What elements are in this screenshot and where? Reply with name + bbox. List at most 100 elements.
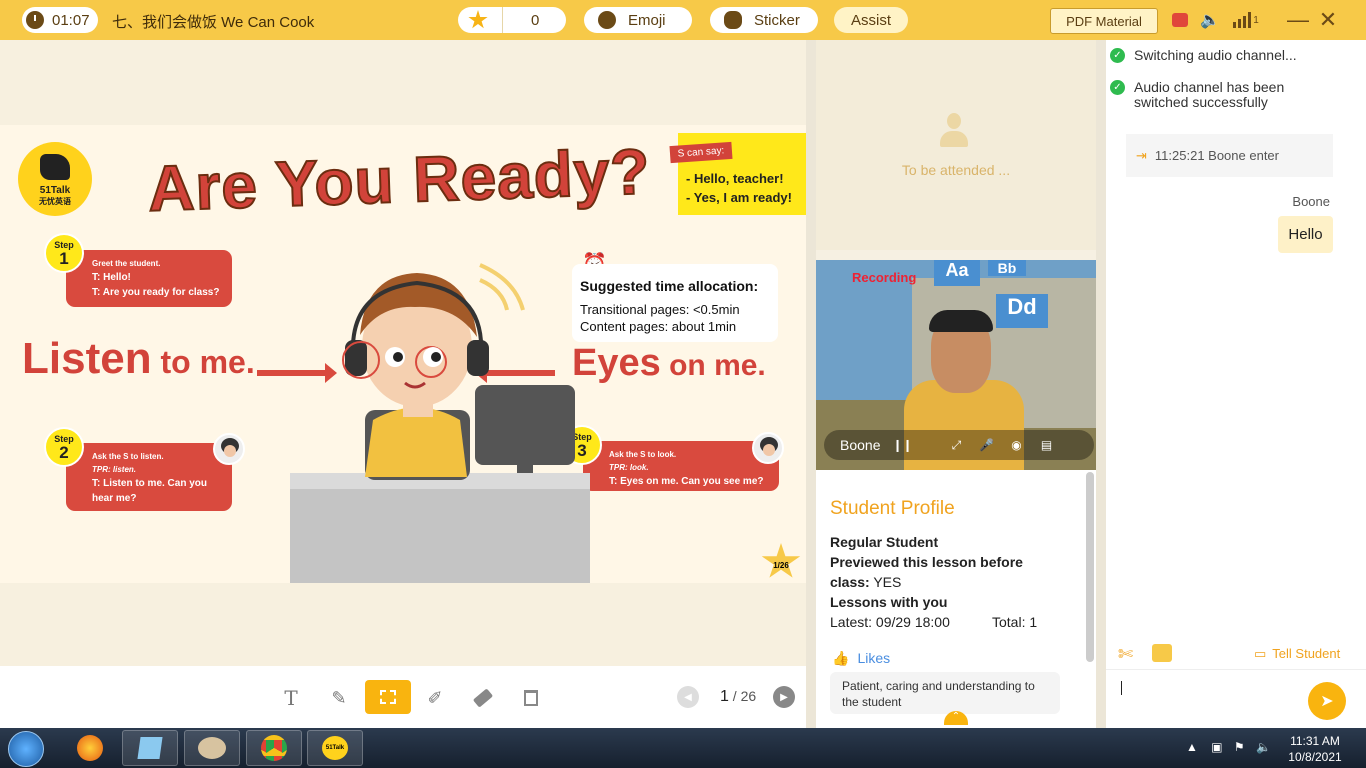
tray-volume-icon[interactable]: 🔈: [1256, 740, 1271, 754]
step2-instruction: Ask the S to listen.: [92, 452, 164, 461]
likes-header: 👍 Likes: [832, 650, 890, 667]
51talk-app-icon[interactable]: 51Talk: [307, 730, 363, 766]
step3-card: Ask the S to look. TPR: look. T: Eyes on…: [583, 441, 779, 491]
clock-icon: [26, 11, 44, 29]
step3-tpr: TPR: look.: [609, 463, 649, 472]
previewed-label: Previewed this lesson before: [830, 554, 1023, 570]
time-line-2: Content pages: about 1min: [580, 319, 737, 334]
profile-scrollbar[interactable]: [1086, 472, 1094, 662]
system-message-text: Switching audio channel...: [1134, 47, 1297, 63]
crop-icon[interactable]: ✄: [1118, 644, 1138, 664]
check-icon: ✓: [1110, 48, 1125, 63]
network-icon[interactable]: ▣: [1211, 740, 1222, 754]
live-icon[interactable]: [1170, 10, 1190, 30]
slide-title: Are You Ready?: [146, 134, 653, 225]
profile-title: Student Profile: [830, 498, 955, 519]
wall-card-bb: Bb: [988, 260, 1026, 276]
close-icon[interactable]: ✕: [1318, 7, 1338, 32]
sticker-icon: [724, 11, 742, 29]
paint-app-icon[interactable]: [184, 730, 240, 766]
likes-label: Likes: [857, 650, 891, 666]
student-placeholder-icon: [940, 113, 968, 149]
chrome-icon[interactable]: [246, 730, 302, 766]
sticker-button[interactable]: Sticker: [710, 7, 818, 33]
system-tray[interactable]: ▲ ▣ ⚑ 🔈: [1186, 740, 1271, 754]
time-allocation-title: Suggested time allocation:: [580, 278, 759, 294]
step-number: 2: [59, 442, 69, 462]
eyes-rest: on me.: [660, 349, 766, 382]
text-tool-icon[interactable]: T: [269, 682, 313, 714]
wall-card-dd: Dd: [996, 294, 1048, 328]
page-current: 1: [720, 688, 729, 705]
step2-card: Ask the S to listen. TPR: listen. T: Lis…: [66, 443, 232, 511]
minimize-icon[interactable]: —: [1287, 7, 1309, 32]
flag-icon[interactable]: ⚑: [1234, 740, 1245, 754]
start-button[interactable]: [8, 731, 44, 767]
latest-lesson: Latest: 09/29 18:00: [830, 614, 950, 630]
boy-illustration: [257, 263, 590, 583]
enter-notice-text: 11:25:21 Boone enter: [1154, 148, 1279, 163]
tell-student-button[interactable]: ▭ Tell Student: [1254, 646, 1340, 662]
step-number: 1: [59, 248, 69, 268]
sticker-label: Sticker: [754, 11, 800, 29]
timer-value: 01:07: [52, 11, 90, 29]
next-page-button[interactable]: ▶: [773, 686, 795, 708]
student-type: Regular Student: [830, 534, 939, 550]
chat-input[interactable]: [1121, 681, 1122, 695]
tray-expand-icon[interactable]: ▲: [1186, 740, 1198, 754]
step2-tpr: TPR: listen.: [92, 465, 137, 474]
notes-app-icon[interactable]: [122, 730, 178, 766]
step1-badge: Step 1: [44, 233, 84, 273]
recording-label: Recording: [852, 270, 917, 285]
taskbar-clock[interactable]: 11:31 AM 10/8/2021: [1280, 733, 1350, 765]
video-controls: Boone ❙❙ ⤢ 🎤 ◉ ▤: [824, 430, 1094, 460]
say-line-1: - Hello, teacher!: [686, 171, 784, 186]
step-label: Step: [54, 239, 74, 250]
lesson-title: 七、我们会做饭 We Can Cook: [112, 14, 315, 31]
highlighter-tool-icon[interactable]: ✐: [413, 682, 457, 714]
teacher-avatar: [752, 432, 784, 464]
step2-badge: Step 2: [44, 427, 84, 467]
camera-icon[interactable]: ◉: [1008, 437, 1024, 453]
brush-tool-icon[interactable]: ✎: [317, 682, 361, 714]
trash-icon[interactable]: [509, 682, 553, 714]
emoji-button[interactable]: Emoji: [584, 7, 692, 33]
image-icon[interactable]: [1152, 644, 1172, 662]
clock-time: 11:31 AM: [1290, 734, 1340, 748]
lessons-label: Lessons with you: [830, 594, 948, 610]
listen-word: Listen: [22, 334, 152, 383]
star-counter[interactable]: 0: [458, 7, 566, 33]
fullscreen-icon[interactable]: ⤢: [948, 437, 964, 453]
step-label: Step: [54, 433, 74, 444]
send-button[interactable]: ➤: [1308, 682, 1346, 720]
teacher-video[interactable]: Aa Bb Dd Recording Boone ❙❙ ⤢ 🎤 ◉ ▤: [816, 260, 1096, 470]
signal-count: 1: [1253, 14, 1259, 26]
clear-icon[interactable]: ▤: [1038, 437, 1054, 453]
step1-line2: T: Are you ready for class?: [92, 287, 220, 298]
prev-page-button[interactable]: ◀: [677, 686, 699, 708]
firefox-icon[interactable]: [62, 730, 118, 766]
wall-card-aa: Aa: [934, 260, 980, 286]
assist-button[interactable]: Assist: [834, 7, 908, 33]
time-line-1: Transitional pages: <0.5min: [580, 302, 740, 317]
step3-instruction: Ask the S to look.: [609, 450, 677, 459]
pdf-material-button[interactable]: PDF Material: [1050, 8, 1158, 34]
volume-icon[interactable]: 🔈: [1200, 10, 1220, 30]
clock-date: 10/8/2021: [1288, 750, 1342, 764]
system-message: ✓ Audio channel has been switched success…: [1110, 80, 1310, 110]
time-allocation-card: Suggested time allocation: Transitional …: [572, 264, 778, 342]
class-label: class:: [830, 574, 870, 590]
step3-line1: T: Eyes on me. Can you see me?: [609, 476, 764, 487]
send-icon: ➤: [1320, 693, 1334, 710]
brand-logo: 51Talk 无忧英语: [18, 142, 92, 216]
page-total: 26: [740, 688, 757, 704]
star-count: 0: [531, 11, 540, 29]
eraser-tool-icon[interactable]: [461, 682, 505, 714]
select-tool-icon[interactable]: [365, 680, 411, 714]
waiting-text: To be attended ...: [901, 162, 1011, 178]
courseware-slide[interactable]: 51Talk 无忧英语 Are You Ready? - Hello, teac…: [0, 125, 806, 583]
listen-rest: to me.: [151, 344, 255, 380]
step2-line2: hear me?: [92, 493, 137, 504]
mic-icon[interactable]: 🎤: [978, 437, 994, 453]
emoji-label: Emoji: [628, 11, 666, 29]
